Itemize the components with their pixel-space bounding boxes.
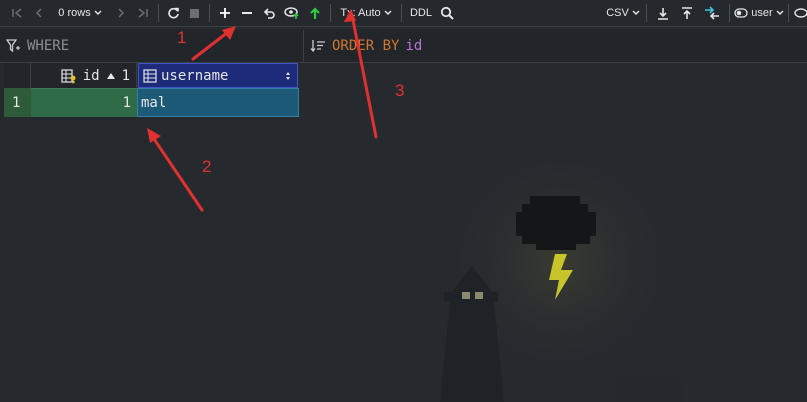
arrow-2 [148, 131, 204, 212]
arrowhead-1 [222, 26, 236, 40]
annotation-arrows [147, 9, 378, 212]
arrowhead-3 [344, 9, 356, 22]
arrow-3 [350, 13, 378, 139]
annotation-label-2: 2 [202, 157, 212, 176]
annotation-label-1: 1 [177, 28, 187, 47]
annotation-label-3: 3 [395, 81, 405, 100]
